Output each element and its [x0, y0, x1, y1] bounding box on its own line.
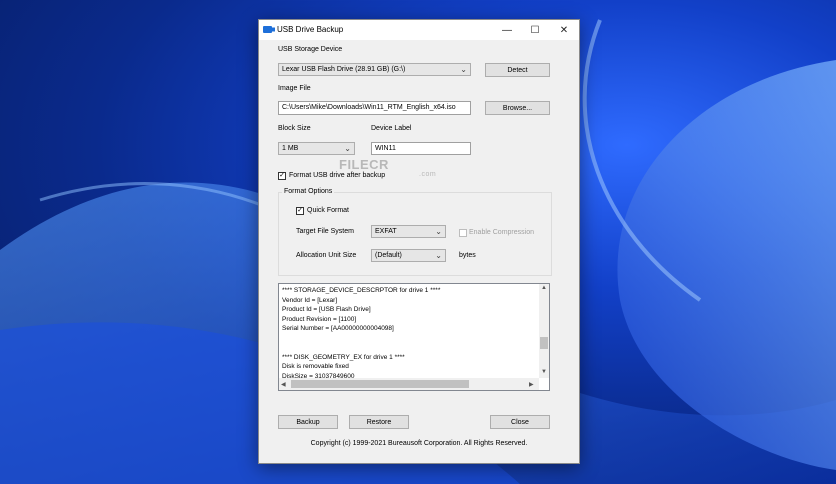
image-file-input[interactable]: C:\Users\Mike\Downloads\Win11_RTM_Englis… [278, 101, 471, 115]
block-size-label: Block Size [278, 125, 311, 132]
log-line: Serial Number = [AA00000000004098] [282, 325, 394, 332]
format-options-title: Format Options [282, 188, 335, 195]
backup-button[interactable]: Backup [278, 415, 338, 429]
scroll-up-icon[interactable]: ▲ [541, 285, 547, 291]
compression-checkbox[interactable] [459, 229, 467, 237]
file-system-value: EXFAT [375, 228, 397, 235]
horizontal-scrollbar[interactable]: ◀ ▶ [279, 378, 539, 390]
usb-device-label: USB Storage Device [278, 46, 343, 53]
alloc-unit-suffix: bytes [459, 252, 476, 259]
alloc-unit-value: (Default) [375, 252, 402, 259]
image-file-label: Image File [278, 85, 311, 92]
compression-label: Enable Compression [469, 229, 534, 236]
usb-device-value: Lexar USB Flash Drive (28.91 GB) (G:\) [282, 66, 406, 73]
close-button[interactable]: Close [490, 415, 550, 429]
window-title: USB Drive Backup [277, 25, 344, 34]
filecr-watermark: FILECR .com [339, 157, 436, 178]
watermark-suffix: .com [419, 171, 437, 178]
minimize-button[interactable]: — [493, 20, 521, 40]
vertical-scroll-thumb[interactable] [540, 337, 548, 349]
log-output[interactable]: **** STORAGE_DEVICE_DESCRPTOR for drive … [278, 283, 550, 391]
usb-backup-window: USB Drive Backup — ☐ ✕ USB Storage Devic… [258, 19, 580, 464]
block-size-value: 1 MB [282, 145, 299, 152]
horizontal-scroll-thumb[interactable] [291, 380, 469, 388]
restore-button[interactable]: Restore [349, 415, 409, 429]
file-system-select[interactable]: EXFAT ⌄ [371, 225, 446, 238]
browse-button[interactable]: Browse... [485, 101, 550, 115]
watermark-brand: FILECR [339, 157, 389, 172]
log-line: Disk is removable fixed [282, 363, 349, 370]
chevron-down-icon: ⌄ [435, 227, 442, 236]
alloc-unit-select[interactable]: (Default) ⌄ [371, 249, 446, 262]
maximize-icon: ☐ [530, 24, 540, 36]
log-line: Product Revision = [1100] [282, 315, 357, 323]
quick-format-checkbox[interactable]: ✓ [296, 207, 304, 215]
close-icon: ✕ [559, 24, 569, 36]
log-line: Vendor Id = [Lexar] [282, 296, 338, 304]
scroll-down-icon[interactable]: ▼ [541, 369, 547, 375]
title-bar[interactable]: USB Drive Backup — ☐ ✕ [259, 20, 579, 40]
device-label-input[interactable]: WIN11 [371, 142, 471, 155]
maximize-button[interactable]: ☐ [521, 20, 549, 40]
vertical-scrollbar[interactable]: ▲ ▼ [539, 284, 549, 378]
copyright-text: Copyright (c) 1999-2021 Bureausoft Corpo… [310, 440, 528, 447]
log-line: Product Id = [USB Flash Drive] [282, 306, 371, 313]
usb-device-select[interactable]: Lexar USB Flash Drive (28.91 GB) (G:\) ⌄ [278, 63, 471, 76]
device-label-label: Device Label [371, 125, 412, 132]
chevron-down-icon: ⌄ [435, 251, 442, 260]
quick-format-label: Quick Format [307, 207, 350, 214]
log-line: **** DISK_GEOMETRY_EX for drive 1 **** [282, 353, 405, 361]
usb-drive-icon [263, 26, 275, 33]
format-after-label: Format USB drive after backup [289, 172, 386, 179]
scroll-right-icon[interactable]: ▶ [529, 381, 534, 388]
close-window-button[interactable]: ✕ [550, 20, 578, 40]
scroll-left-icon[interactable]: ◀ [281, 381, 286, 388]
alloc-unit-label: Allocation Unit Size [296, 252, 357, 259]
chevron-down-icon: ⌄ [460, 65, 467, 74]
format-after-checkbox[interactable]: ✓ [278, 172, 286, 180]
chevron-down-icon: ⌄ [344, 144, 351, 153]
minimize-icon: — [502, 24, 512, 36]
log-line: **** STORAGE_DEVICE_DESCRPTOR for drive … [282, 287, 441, 294]
block-size-select[interactable]: 1 MB ⌄ [278, 142, 355, 155]
file-system-label: Target File System [296, 228, 354, 235]
detect-button[interactable]: Detect [485, 63, 550, 77]
